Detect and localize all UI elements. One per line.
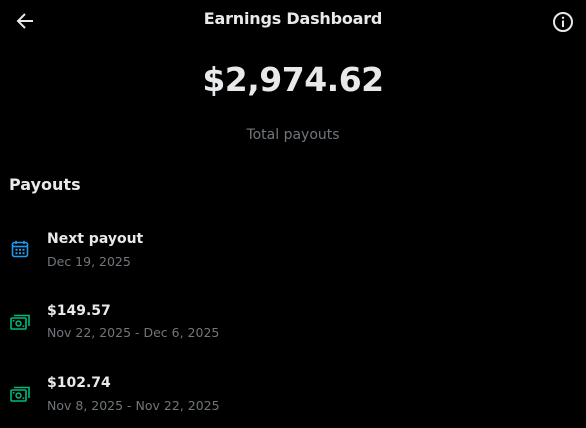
payout-amount: $102.74 bbox=[47, 375, 111, 391]
header-bar: Earnings Dashboard bbox=[0, 0, 586, 42]
payout-amount: $149.57 bbox=[47, 303, 111, 319]
payout-row[interactable]: $149.57 Nov 22, 2025 - Dec 6, 2025 bbox=[0, 300, 586, 356]
payout-title: Next payout bbox=[47, 231, 144, 247]
money-icon bbox=[10, 384, 30, 404]
total-payouts-amount: $2,974.62 bbox=[202, 60, 384, 99]
payout-date-range: Nov 22, 2025 - Dec 6, 2025 bbox=[47, 325, 220, 340]
calendar-icon bbox=[10, 239, 30, 259]
page-title: Earnings Dashboard bbox=[203, 9, 383, 28]
payout-date-range: Nov 8, 2025 - Nov 22, 2025 bbox=[47, 398, 220, 413]
payout-row-next[interactable]: Next payout Dec 19, 2025 bbox=[0, 226, 586, 282]
total-payouts-label: Total payouts bbox=[246, 127, 340, 143]
money-icon bbox=[10, 312, 30, 332]
info-button[interactable] bbox=[551, 10, 575, 34]
payout-subtitle: Dec 19, 2025 bbox=[47, 254, 131, 269]
payout-row[interactable]: $102.74 Nov 8, 2025 - Nov 22, 2025 bbox=[0, 372, 586, 428]
info-circle-icon bbox=[553, 12, 573, 32]
payouts-section-title: Payouts bbox=[9, 175, 81, 194]
